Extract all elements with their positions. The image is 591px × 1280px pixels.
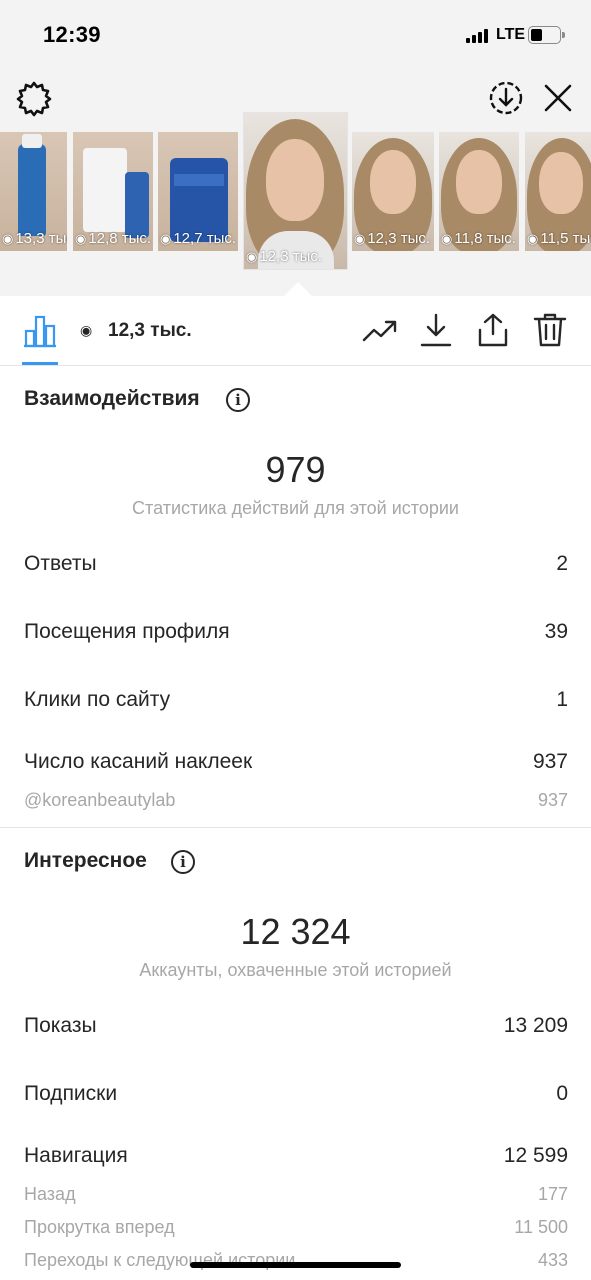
save-story-button[interactable] (486, 78, 526, 118)
story-thumbnail[interactable]: ◉ 12,3 тыс. (352, 132, 434, 251)
stat-subvalue: 177 (537, 1184, 568, 1204)
eye-icon: ◉ (441, 231, 453, 246)
stat-value: 39 (544, 620, 568, 643)
story-thumbnail[interactable]: ◉ 11,8 тыс. (439, 132, 519, 251)
story-thumbnail[interactable]: ◉13,3 тыс. (0, 132, 67, 251)
close-icon (544, 84, 572, 112)
info-icon[interactable]: i (171, 850, 195, 874)
share-button[interactable] (475, 312, 511, 348)
gear-icon (16, 81, 52, 117)
stat-value: 13 209 (503, 1014, 568, 1037)
stat-sublabel: Прокрутка вперед (24, 1217, 175, 1237)
stat-label: Подписки (24, 1082, 118, 1105)
stat-subvalue: 433 (537, 1250, 568, 1270)
section-divider (0, 827, 591, 828)
eye-icon: ◉ (246, 249, 258, 264)
story-views: ◉ 12,3 тыс. (354, 230, 431, 247)
trash-icon (533, 313, 567, 347)
story-views: ◉ 12,7 тыс. (160, 230, 237, 247)
story-thumbnail-active[interactable]: ◉ 12,3 тыс. (244, 113, 347, 269)
stat-label: Показы (24, 1014, 97, 1037)
info-icon[interactable]: i (226, 388, 250, 412)
eye-icon: ◉ (2, 231, 14, 246)
network-label: LTE (496, 26, 526, 43)
story-views: ◉ 12,8 тыс. (75, 230, 152, 247)
active-tab-indicator (22, 362, 58, 365)
stat-label: Число касаний наклеек (24, 750, 253, 773)
stat-subvalue: 11 500 (514, 1217, 568, 1237)
stat-sublabel: @koreanbeautylab (24, 790, 176, 810)
download-button[interactable] (418, 312, 454, 348)
stat-value: 2 (556, 552, 568, 575)
eye-icon: ◉ (354, 231, 366, 246)
interactions-total: 979 (265, 449, 326, 490)
story-views: ◉13,3 тыс. (2, 230, 67, 247)
battery-icon (528, 26, 565, 44)
download-circle-icon (489, 81, 523, 115)
insights-tab[interactable] (22, 314, 58, 348)
story-toolbar: ◉ 12,3 тыс. (0, 296, 591, 366)
stat-label: Ответы (24, 552, 97, 575)
trending-icon (362, 320, 397, 342)
stat-row: Клики по сайту 1 (24, 688, 568, 718)
stat-sublabel: Назад (24, 1184, 76, 1204)
eye-icon: ◉ (75, 231, 87, 246)
stat-value: 1 (556, 688, 568, 711)
stat-label: Навигация (24, 1144, 128, 1167)
status-time: 12:39 (43, 22, 101, 47)
story-thumbnail[interactable]: ◉11,5 тыс. (525, 132, 591, 251)
stat-value: 937 (532, 750, 568, 773)
stat-label: Посещения профиля (24, 620, 230, 643)
stat-subrow: Назад 177 (24, 1184, 568, 1214)
stat-subrow: @koreanbeautylab 937 (24, 790, 568, 820)
home-indicator[interactable] (190, 1262, 401, 1268)
stat-row: Подписки 0 (24, 1082, 568, 1112)
eye-icon: ◉ (80, 322, 93, 338)
status-bar: 12:39 LTE (0, 0, 591, 70)
story-thumbnail[interactable]: ◉ 12,7 тыс. (158, 132, 238, 251)
insights-icon (24, 315, 56, 348)
eye-icon: ◉ (160, 231, 172, 246)
settings-button[interactable] (14, 78, 54, 118)
promote-button[interactable] (362, 312, 398, 348)
close-button[interactable] (538, 78, 578, 118)
stat-row: Ответы 2 (24, 552, 568, 582)
stat-subrow: Прокрутка вперед 11 500 (24, 1217, 568, 1247)
discovery-total: 12 324 (240, 911, 351, 952)
story-views: ◉11,5 тыс. (527, 230, 591, 247)
signal-icon (466, 29, 492, 43)
active-story-pointer (283, 282, 313, 297)
interactions-caption: Статистика действий для этой истории (132, 498, 459, 518)
stat-row: Посещения профиля 39 (24, 620, 568, 650)
story-views: ◉ 11,8 тыс. (441, 230, 516, 247)
stat-label: Клики по сайту (24, 688, 171, 711)
interactions-title: Взаимодействия (24, 387, 200, 410)
download-icon (420, 313, 452, 347)
story-views: ◉ 12,3 тыс. (246, 248, 323, 265)
eye-icon: ◉ (527, 231, 539, 246)
stat-subvalue: 937 (537, 790, 568, 810)
stat-value: 0 (556, 1082, 568, 1105)
stat-row: Число касаний наклеек 937 (24, 750, 568, 780)
toolbar-views-count: 12,3 тыс. (108, 320, 192, 341)
delete-button[interactable] (532, 312, 568, 348)
stat-value: 12 599 (503, 1144, 568, 1167)
story-thumbnail[interactable]: ◉ 12,8 тыс. (73, 132, 153, 251)
share-icon (478, 313, 508, 347)
discovery-caption: Аккаунты, охваченные этой историей (139, 960, 452, 980)
stat-row: Навигация 12 599 (24, 1144, 568, 1174)
discovery-title: Интересное (24, 849, 147, 872)
stat-row: Показы 13 209 (24, 1014, 568, 1044)
